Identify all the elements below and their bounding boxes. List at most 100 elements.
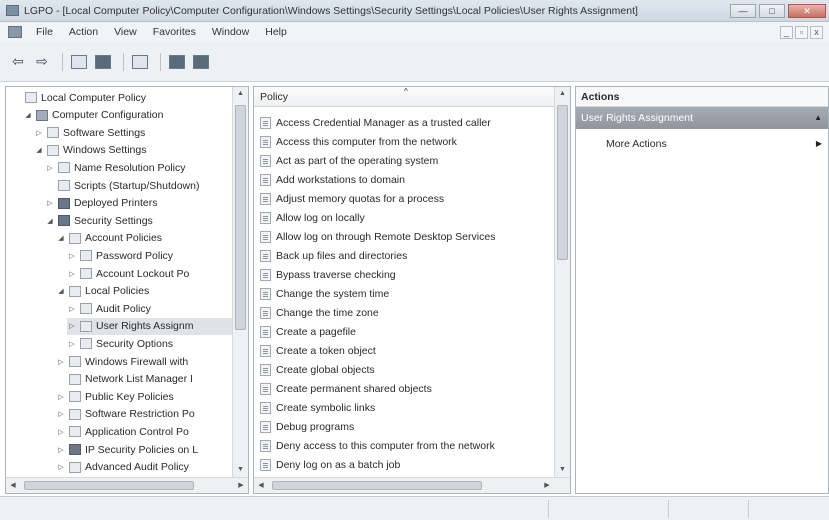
collapsed-arrow-icon[interactable]: ▷ [67, 270, 77, 278]
policy-row[interactable]: Act as part of the operating system [260, 151, 438, 170]
show-hide-tree-icon[interactable] [93, 52, 113, 72]
tree-item[interactable]: ▷ User Rights Assignm [67, 317, 232, 335]
collapsed-arrow-icon[interactable]: ▷ [45, 199, 55, 207]
expanded-arrow-icon[interactable]: ◢ [23, 111, 33, 119]
tree-horizontal-scrollbar[interactable]: ◀ ▶ [6, 477, 248, 493]
expanded-arrow-icon[interactable]: ◢ [56, 287, 66, 295]
tree-item[interactable]: ▷ Windows Firewall with [56, 353, 232, 370]
tree-item[interactable]: ▷ Deployed Printers [45, 195, 232, 212]
scroll-thumb[interactable] [557, 105, 568, 260]
more-actions-item[interactable]: More Actions ▶ [606, 135, 828, 153]
policy-row[interactable]: Back up files and directories [260, 246, 407, 265]
policy-row[interactable]: Change the time zone [260, 303, 379, 322]
collapse-caret-icon[interactable]: ▲ [814, 107, 822, 129]
tree-item[interactable]: Local Computer Policy [12, 89, 232, 106]
collapsed-arrow-icon[interactable]: ▷ [67, 252, 77, 260]
menu-favorites[interactable]: Favorites [145, 26, 204, 38]
tree-item[interactable]: ▷ Audit Policy [67, 300, 232, 317]
mdi-close-button[interactable]: x [810, 25, 823, 39]
menu-help[interactable]: Help [257, 26, 295, 38]
policy-row[interactable]: Change the system time [260, 284, 389, 303]
policy-row[interactable]: Create a token object [260, 341, 376, 360]
tree-vertical-scrollbar[interactable]: ▲ ▼ [232, 87, 248, 477]
expanded-arrow-icon[interactable]: ◢ [45, 217, 55, 225]
tree-item[interactable]: ◢ Windows Settings [34, 142, 232, 159]
close-button[interactable]: ✕ [788, 3, 826, 18]
collapsed-arrow-icon[interactable]: ▷ [67, 305, 77, 313]
mdi-restore-button[interactable]: ▫ [795, 25, 808, 39]
policy-row[interactable]: Allow log on locally [260, 208, 365, 227]
scroll-left-arrow-icon[interactable]: ◀ [6, 478, 20, 493]
tree-item[interactable]: ▷ IP Security Policies on L [56, 441, 232, 458]
collapsed-arrow-icon[interactable]: ▷ [56, 446, 66, 454]
forward-arrow-icon[interactable]: ⇨ [32, 52, 52, 72]
scroll-right-arrow-icon[interactable]: ▶ [234, 478, 248, 493]
tree-item[interactable]: ▷ Name Resolution Policy [45, 159, 232, 176]
tree-item[interactable]: ▷ Software Restriction Po [56, 406, 232, 423]
tree-item[interactable]: ▷ Public Key Policies [56, 388, 232, 405]
policy-row[interactable]: Create global objects [260, 360, 375, 379]
tree-item[interactable]: ▷ Advanced Audit Policy [56, 459, 232, 476]
scroll-thumb[interactable] [272, 481, 482, 490]
tree-item[interactable]: ▷ Software Settings [34, 124, 232, 141]
document-icon[interactable] [8, 26, 22, 38]
scroll-down-arrow-icon[interactable]: ▼ [233, 463, 248, 477]
policy-row[interactable]: Add workstations to domain [260, 170, 405, 189]
collapsed-arrow-icon[interactable]: ▷ [56, 428, 66, 436]
policy-row[interactable]: Deny access to this computer from the ne… [260, 436, 495, 455]
console-tree[interactable]: Local Computer Policy ◢ Computer Configura… [5, 86, 249, 494]
scroll-left-arrow-icon[interactable]: ◀ [254, 478, 268, 493]
policy-row[interactable]: Create symbolic links [260, 398, 375, 417]
tree-item[interactable]: ◢ Computer Configuration [23, 107, 232, 124]
collapsed-arrow-icon[interactable]: ▷ [67, 340, 77, 348]
back-arrow-icon[interactable]: ⇦ [8, 52, 28, 72]
expanded-arrow-icon[interactable]: ◢ [34, 146, 44, 154]
help-icon[interactable] [191, 52, 211, 72]
scroll-thumb[interactable] [24, 481, 194, 490]
menu-file[interactable]: File [28, 26, 61, 38]
policy-row[interactable]: Access Credential Manager as a trusted c… [260, 113, 491, 132]
expanded-arrow-icon[interactable]: ◢ [56, 234, 66, 242]
collapsed-arrow-icon[interactable]: ▷ [67, 322, 77, 330]
policy-row[interactable]: Create permanent shared objects [260, 379, 432, 398]
tree-item[interactable]: ◢ Security Settings [45, 212, 232, 229]
policy-row[interactable]: Access this computer from the network [260, 132, 457, 151]
properties-icon[interactable] [167, 52, 187, 72]
scroll-up-arrow-icon[interactable]: ▲ [555, 87, 570, 101]
collapsed-arrow-icon[interactable]: ▷ [34, 129, 44, 137]
collapsed-arrow-icon[interactable]: ▷ [56, 358, 66, 366]
policy-list[interactable]: Policy ^ Access Credential Manager as a … [253, 86, 571, 494]
menu-action[interactable]: Action [61, 26, 106, 38]
menu-view[interactable]: View [106, 26, 145, 38]
scroll-up-arrow-icon[interactable]: ▲ [233, 87, 248, 101]
tree-item[interactable]: Network List Manager I [56, 371, 232, 388]
policy-row[interactable]: Allow log on through Remote Desktop Serv… [260, 227, 495, 246]
maximize-button[interactable]: □ [759, 3, 785, 18]
collapsed-arrow-icon[interactable]: ▷ [56, 463, 66, 471]
up-folder-icon[interactable] [69, 52, 89, 72]
tree-item[interactable]: ▷ Application Control Po [56, 423, 232, 440]
policy-row[interactable]: Adjust memory quotas for a process [260, 189, 444, 208]
tree-item[interactable]: ▷ Security Options [67, 335, 232, 352]
scroll-thumb[interactable] [235, 105, 246, 330]
scroll-right-arrow-icon[interactable]: ▶ [540, 478, 554, 493]
tree-item[interactable]: Scripts (Startup/Shutdown) [45, 177, 232, 194]
tree-item[interactable]: ◢ Local Policies [56, 283, 232, 300]
mdi-minimize-button[interactable]: _ [780, 25, 793, 39]
tree-item[interactable]: ▷ Account Lockout Po [67, 265, 232, 282]
collapsed-arrow-icon[interactable]: ▷ [45, 164, 55, 172]
scroll-down-arrow-icon[interactable]: ▼ [555, 463, 570, 477]
collapsed-arrow-icon[interactable]: ▷ [56, 393, 66, 401]
policy-row[interactable]: Debug programs [260, 417, 354, 436]
policy-row[interactable]: Bypass traverse checking [260, 265, 396, 284]
policy-column-header[interactable]: Policy ^ [254, 87, 554, 107]
tree-item[interactable]: ▷ Password Policy [67, 247, 232, 264]
actions-group-user-rights[interactable]: User Rights Assignment ▲ [576, 107, 828, 129]
minimize-button[interactable]: — [730, 3, 756, 18]
policy-row[interactable]: Create a pagefile [260, 322, 356, 341]
collapsed-arrow-icon[interactable]: ▷ [56, 410, 66, 418]
tree-item[interactable]: ◢ Account Policies [56, 230, 232, 247]
export-list-icon[interactable] [130, 52, 150, 72]
menu-window[interactable]: Window [204, 26, 257, 38]
policy-row[interactable]: Deny log on as a batch job [260, 455, 400, 474]
